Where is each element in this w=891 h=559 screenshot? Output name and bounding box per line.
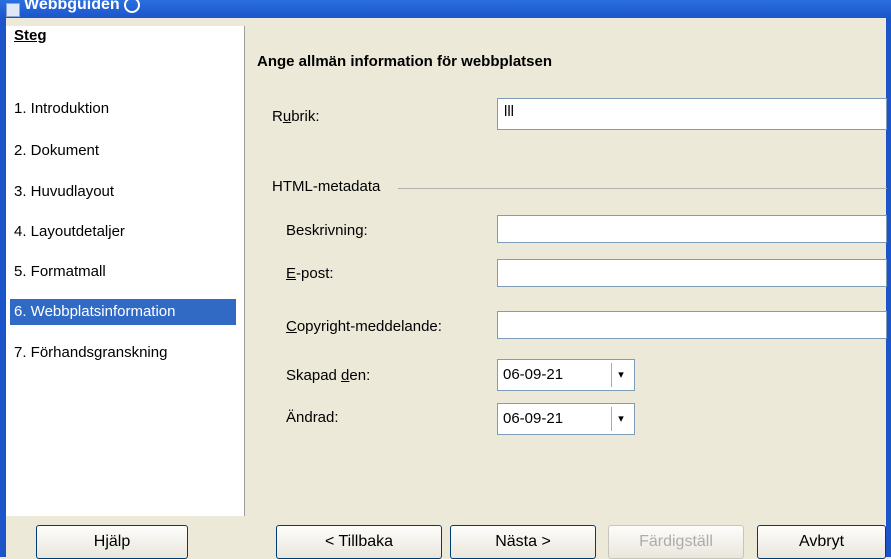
steps-header: Steg: [14, 27, 47, 44]
skapad-dropdown-arrow-icon[interactable]: ▾: [611, 363, 630, 387]
skapad-date-field[interactable]: 06-09-21 ▾: [497, 359, 635, 391]
group-divider: [398, 188, 887, 189]
epost-label: E-post:: [286, 265, 334, 282]
next-button[interactable]: Nästa >: [450, 525, 596, 559]
cancel-button[interactable]: Avbryt: [757, 525, 886, 559]
rubrik-label: Rubrik:: [272, 108, 320, 125]
copyright-input[interactable]: [497, 311, 887, 339]
back-button[interactable]: < Tillbaka: [276, 525, 442, 559]
step-item-huvudlayout[interactable]: 3. Huvudlayout: [10, 179, 236, 205]
step-item-introduktion[interactable]: 1. Introduktion: [10, 96, 236, 122]
epost-input[interactable]: [497, 259, 887, 287]
andrad-label: Ändrad:: [286, 409, 339, 426]
andrad-dropdown-arrow-icon[interactable]: ▾: [611, 407, 630, 431]
rubrik-input[interactable]: lll: [497, 98, 887, 130]
step-item-dokument[interactable]: 2. Dokument: [10, 138, 236, 164]
copyright-label: Copyright-meddelande:: [286, 318, 442, 335]
skapad-date-value[interactable]: 06-09-21: [503, 366, 563, 383]
step-item-webbplatsinformation[interactable]: 6. Webbplatsinformation: [10, 299, 236, 325]
app-icon: [6, 3, 20, 17]
page-title: Ange allmän information för webbplatsen: [257, 53, 553, 70]
html-metadata-group-label: HTML-metadata: [272, 178, 381, 195]
title-bar: Webbguiden: [0, 0, 891, 18]
window-title: Webbguiden: [24, 0, 140, 14]
step-item-forhandsgranskning[interactable]: 7. Förhandsgranskning: [10, 340, 236, 366]
step-item-layoutdetaljer[interactable]: 4. Layoutdetaljer: [10, 219, 236, 245]
andrad-date-value[interactable]: 06-09-21: [503, 410, 563, 427]
help-button[interactable]: Hjälp: [36, 525, 188, 559]
beskrivning-input[interactable]: [497, 215, 887, 243]
andrad-date-field[interactable]: 06-09-21 ▾: [497, 403, 635, 435]
help-circle-icon[interactable]: [123, 0, 140, 13]
beskrivning-label: Beskrivning:: [286, 222, 368, 239]
finish-button: Färdigställ: [608, 525, 744, 559]
skapad-label: Skapad den:: [286, 367, 371, 384]
step-item-formatmall[interactable]: 5. Formatmall: [10, 259, 236, 285]
